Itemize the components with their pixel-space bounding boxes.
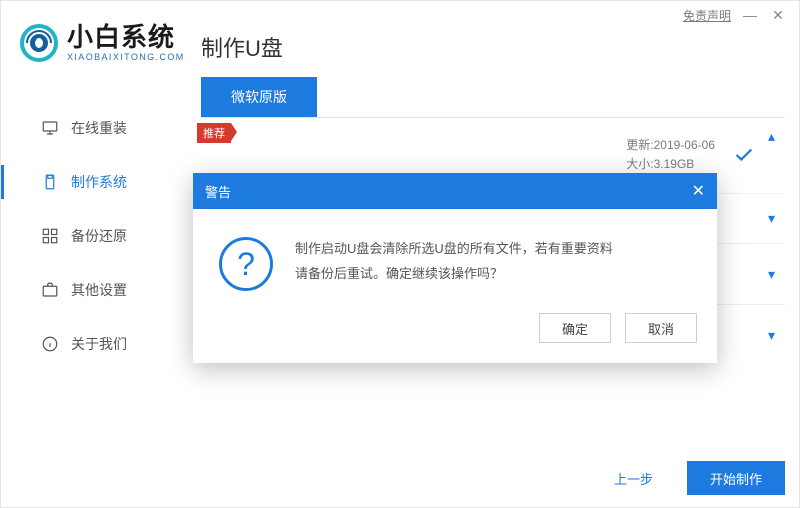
dialog-actions: 确定 取消 (193, 303, 717, 363)
sidebar-item-online-reinstall[interactable]: 在线重装 (1, 101, 179, 155)
prev-step-button[interactable]: 上一步 (592, 461, 675, 495)
monitor-icon (41, 119, 59, 137)
tab-microsoft-original[interactable]: 微软原版 (201, 77, 317, 117)
sidebar-item-backup-restore[interactable]: 备份还原 (1, 209, 179, 263)
close-icon[interactable]: ✕ (692, 181, 705, 201)
usb-icon (41, 173, 59, 191)
ok-button[interactable]: 确定 (539, 313, 611, 343)
disclaimer-link[interactable]: 免责声明 (683, 7, 731, 24)
sidebar-item-label: 制作系统 (71, 172, 127, 192)
app-logo: 小白系统 XIAOBAIXITONG.COM (19, 23, 185, 63)
window-controls: 免责声明 — ✕ (683, 1, 799, 29)
minimize-button[interactable]: — (741, 7, 759, 23)
dialog-titlebar: 警告 ✕ (193, 173, 717, 209)
brand-name-cn: 小白系统 (67, 24, 185, 50)
cancel-button[interactable]: 取消 (625, 313, 697, 343)
sidebar-item-label: 其他设置 (71, 280, 127, 300)
chevron-down-icon[interactable]: ▾ (768, 210, 775, 227)
sidebar: 在线重装 制作系统 备份还原 其他设置 关于我们 (1, 101, 179, 371)
question-icon: ? (219, 237, 273, 291)
suitcase-icon (41, 281, 59, 299)
start-make-button[interactable]: 开始制作 (687, 461, 785, 495)
tab-bar: 微软原版 (201, 77, 785, 118)
check-icon (733, 144, 755, 169)
logo-icon (19, 23, 59, 63)
dialog-message: 制作启动U盘会清除所选U盘的所有文件，若有重要资料 请备份后重试。确定继续该操作… (295, 237, 613, 291)
chevron-down-icon[interactable]: ▾ (768, 327, 775, 344)
sidebar-item-about[interactable]: 关于我们 (1, 317, 179, 371)
brand-name-en: XIAOBAIXITONG.COM (67, 53, 185, 62)
chevron-up-icon[interactable]: ▴ (768, 128, 775, 145)
sidebar-item-label: 在线重装 (71, 118, 127, 138)
os-meta: 更新:2019-06-06 大小:3.19GB (626, 136, 715, 174)
recommended-badge: 推荐 (197, 123, 231, 143)
warning-dialog: 警告 ✕ ? 制作启动U盘会清除所选U盘的所有文件，若有重要资料 请备份后重试。… (193, 173, 717, 363)
sidebar-item-label: 备份还原 (71, 226, 127, 246)
grid-icon (41, 227, 59, 245)
dialog-title: 警告 (205, 182, 231, 201)
sidebar-item-make-system[interactable]: 制作系统 (1, 155, 179, 209)
page-title: 制作U盘 (201, 31, 785, 63)
sidebar-item-other-settings[interactable]: 其他设置 (1, 263, 179, 317)
footer-actions: 上一步 开始制作 (592, 461, 785, 495)
chevron-down-icon[interactable]: ▾ (768, 266, 775, 283)
info-icon (41, 335, 59, 353)
sidebar-item-label: 关于我们 (71, 334, 127, 354)
close-window-button[interactable]: ✕ (769, 7, 787, 24)
